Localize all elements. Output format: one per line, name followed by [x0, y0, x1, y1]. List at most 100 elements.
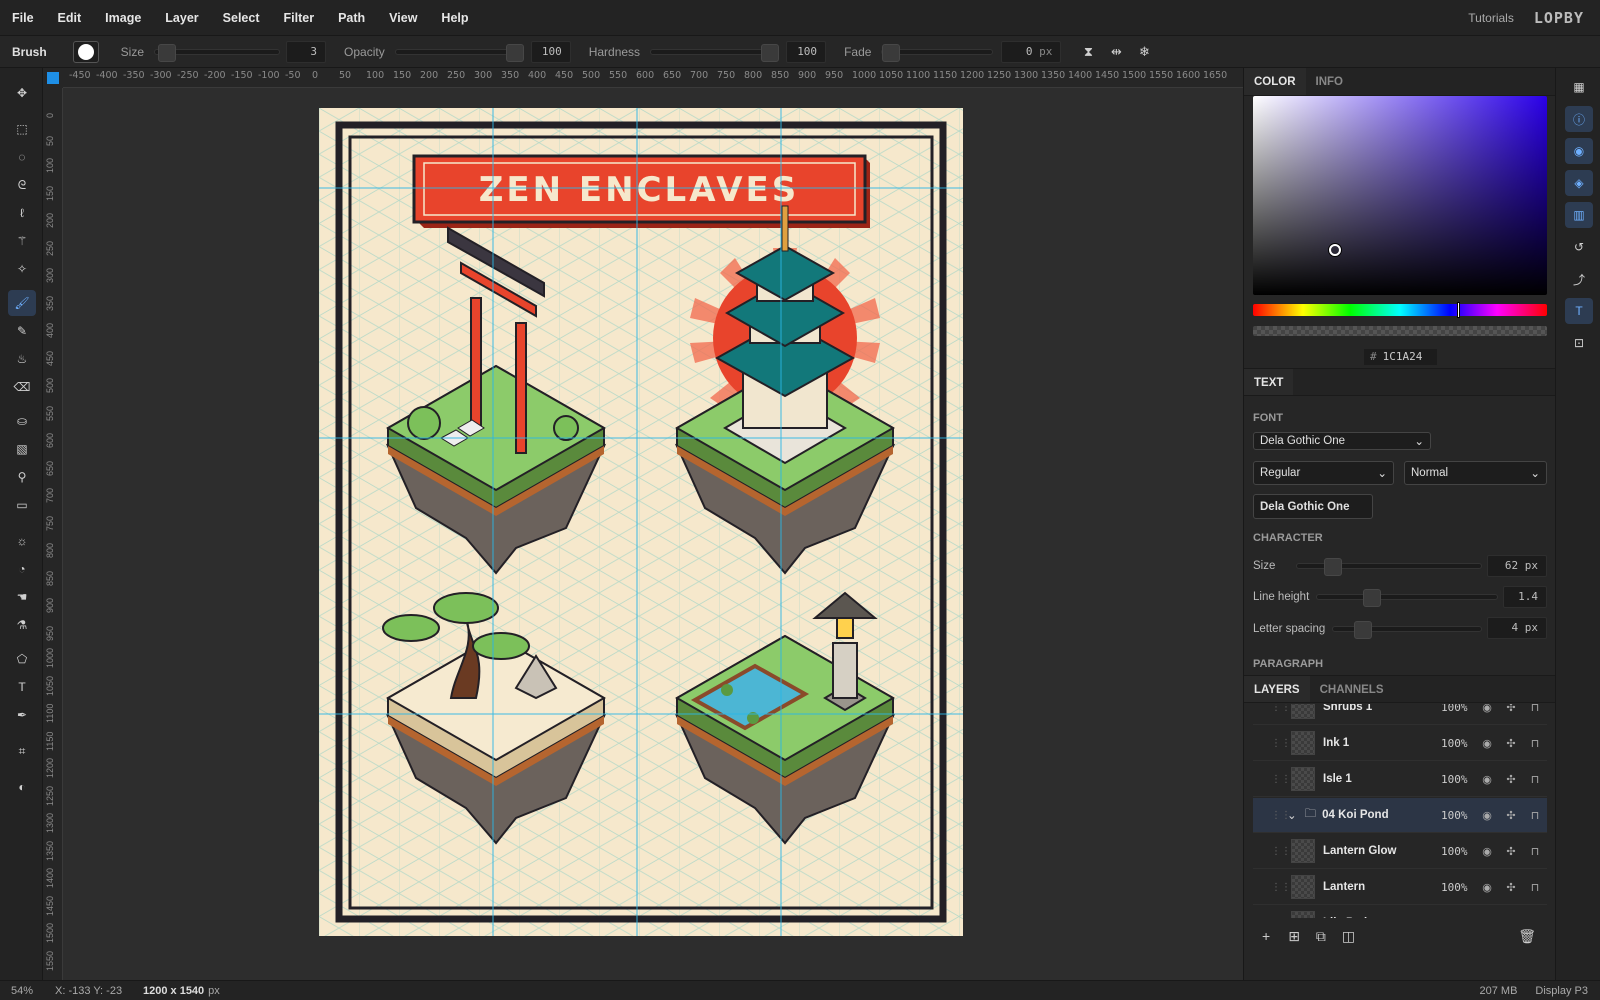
layers-icon[interactable]: ◈ [1565, 170, 1593, 196]
contrast-icon[interactable]: ◐ [8, 774, 36, 800]
pencil-icon[interactable]: ✎ [8, 318, 36, 344]
menu-image[interactable]: Image [93, 11, 153, 25]
font-variant-select[interactable]: Normal ⌄ [1404, 461, 1547, 485]
hardness-slider[interactable] [650, 43, 780, 62]
navigator-icon[interactable]: ▦ [1565, 74, 1593, 100]
quick-select-icon[interactable]: ✧ [8, 256, 36, 282]
add-layer-icon[interactable]: + [1262, 928, 1270, 944]
opacity-slider[interactable] [394, 43, 524, 62]
font-preview-button[interactable]: Dela Gothic One [1253, 494, 1373, 519]
tutorials-link[interactable]: Tutorials [1468, 11, 1534, 25]
drag-handle-icon[interactable]: ⋮⋮ [1271, 846, 1291, 857]
smudge-icon[interactable]: ☚ [8, 584, 36, 610]
layer-list[interactable]: ⋮⋮ Shrubs 1 100% ◉ ✣ ⊓ ⋮⋮ Ink 1 100% ◉ ✣ ⊓ ⋮⋮ Isle 11… [1244, 704, 1556, 918]
slider-knob[interactable] [158, 43, 177, 62]
palette-icon[interactable]: ◉ [1565, 138, 1593, 164]
delete-layer-icon[interactable]: 🗑 [1518, 928, 1536, 945]
slider-knob[interactable] [882, 43, 901, 62]
lasso-icon[interactable]: ᘓ [8, 172, 36, 198]
slider-knob[interactable] [1362, 589, 1381, 607]
menu-select[interactable]: Select [211, 11, 272, 25]
lock-icon[interactable]: ⊓ [1523, 881, 1547, 894]
menu-view[interactable]: View [377, 11, 429, 25]
eye-icon[interactable]: ◉ [1475, 845, 1499, 858]
dodge-icon[interactable]: ☼ [8, 528, 36, 554]
layer-opacity[interactable]: 100% [1441, 845, 1475, 858]
effects-icon[interactable]: ✣ [1499, 704, 1523, 714]
eye-icon[interactable]: ◉ [1475, 737, 1499, 750]
info-icon[interactable]: ⓘ [1565, 106, 1593, 132]
effects-icon[interactable]: ✣ [1499, 773, 1523, 786]
color-saturation-picker[interactable] [1253, 96, 1547, 295]
menu-filter[interactable]: Filter [272, 11, 327, 25]
layer-opacity[interactable]: 100% [1441, 704, 1475, 714]
lock-icon[interactable]: ⊓ [1523, 845, 1547, 858]
line-height-input[interactable]: 1.4 [1503, 586, 1547, 608]
tab-channels[interactable]: CHANNELS [1310, 676, 1394, 702]
ruler-horizontal[interactable]: -450 -400 -350 -300 -250 -200 -150 -100 -50 0 50 10… [63, 68, 1243, 88]
effects-icon[interactable]: ✣ [1499, 737, 1523, 750]
bucket-icon[interactable]: ⛀ [8, 408, 36, 434]
lock-icon[interactable]: ⊓ [1523, 737, 1547, 750]
hex-input[interactable]: #1C1A24 [1364, 349, 1437, 365]
columns-icon[interactable]: ▥ [1565, 202, 1593, 228]
slider-knob[interactable] [505, 43, 524, 62]
eye-icon[interactable]: ◉ [1475, 809, 1499, 822]
menu-edit[interactable]: Edit [46, 11, 94, 25]
layer-row[interactable]: ⋮⋮Lily Pads100%◉✣⊓ [1253, 906, 1547, 918]
hardness-input[interactable]: 100 [786, 40, 827, 63]
drag-handle-icon[interactable]: ⋮⋮ [1271, 882, 1291, 893]
symmetry-icon[interactable]: ⇹ [1105, 41, 1127, 63]
type-icon[interactable]: T [1565, 298, 1593, 324]
fade-input[interactable]: 0 px [1001, 40, 1062, 63]
char-size-slider[interactable] [1296, 558, 1482, 576]
layer-opacity[interactable]: 100% [1441, 737, 1475, 750]
eyedropper-icon[interactable]: ⚗ [8, 612, 36, 638]
layer-row[interactable]: ⋮⋮ Lantern 100% ◉ ✣ ⊓ [1253, 870, 1547, 905]
magnetic-lasso-icon[interactable]: ℓ [8, 200, 36, 226]
polygon-icon[interactable]: ⬠ [8, 646, 36, 672]
menu-help[interactable]: Help [429, 11, 480, 25]
line-height-slider[interactable] [1316, 589, 1498, 607]
lock-icon[interactable]: ⊓ [1523, 704, 1547, 714]
blur-icon[interactable]: ◔ [8, 556, 36, 582]
font-style-select[interactable]: Regular ⌄ [1253, 461, 1394, 485]
letter-spacing-slider[interactable] [1332, 621, 1482, 639]
layer-opacity[interactable]: 100% [1441, 881, 1475, 894]
effects-icon[interactable]: ✣ [1499, 845, 1523, 858]
curves-icon[interactable]: ⤴ [1565, 266, 1593, 292]
rect-select-icon[interactable]: ⬚ [8, 116, 36, 142]
eye-icon[interactable]: ◉ [1475, 881, 1499, 894]
slider-knob[interactable] [1323, 558, 1342, 576]
color-picker-handle[interactable] [1329, 244, 1341, 256]
menu-path[interactable]: Path [326, 11, 377, 25]
mandala-icon[interactable]: ❄ [1133, 41, 1155, 63]
brush-icon[interactable]: 🖌 [8, 290, 36, 316]
move-icon[interactable]: ✥ [8, 80, 36, 106]
pen-icon[interactable]: ✒ [8, 702, 36, 728]
menu-layer[interactable]: Layer [153, 11, 210, 25]
menu-file[interactable]: File [0, 11, 46, 25]
ruler-corner[interactable] [43, 68, 63, 88]
layer-group-row[interactable]: ⋮⋮ ⌄ 🗀 04 Koi Pond 100% ◉ ✣ ⊓ [1253, 798, 1547, 833]
layer-opacity[interactable]: 100% [1441, 809, 1475, 822]
drag-handle-icon[interactable]: ⋮⋮ [1271, 704, 1291, 713]
ellipse-select-icon[interactable]: ◌ [8, 144, 36, 170]
drag-handle-icon[interactable]: ⋮⋮ [1271, 810, 1291, 821]
mask-icon[interactable]: ◫ [1342, 928, 1355, 945]
tab-text[interactable]: TEXT [1244, 369, 1294, 395]
layer-row[interactable]: ⋮⋮ Ink 1 100% ◉ ✣ ⊓ [1253, 726, 1547, 761]
layer-row[interactable]: ⋮⋮ Lantern Glow 100% ◉ ✣ ⊓ [1253, 834, 1547, 869]
lock-icon[interactable]: ⊓ [1523, 773, 1547, 786]
history-icon[interactable]: ↺ [1565, 234, 1593, 260]
patch-icon[interactable]: ▭ [8, 492, 36, 518]
alpha-slider[interactable] [1253, 326, 1547, 336]
size-slider[interactable] [154, 43, 281, 62]
char-size-input[interactable]: 62 px [1487, 555, 1547, 577]
layer-row[interactable]: ⋮⋮ Shrubs 1 100% ◉ ✣ ⊓ [1253, 704, 1547, 725]
gradient-icon[interactable]: ▧ [8, 436, 36, 462]
zoom-level[interactable]: 54% [11, 985, 55, 997]
pressure-icon[interactable]: ⧗ [1077, 41, 1099, 63]
stamp-icon[interactable]: ⚲ [8, 464, 36, 490]
ruler-vertical[interactable]: 0 50 100 150 200 250 300 350 400 450 500 550 600 650 7… [43, 88, 63, 980]
